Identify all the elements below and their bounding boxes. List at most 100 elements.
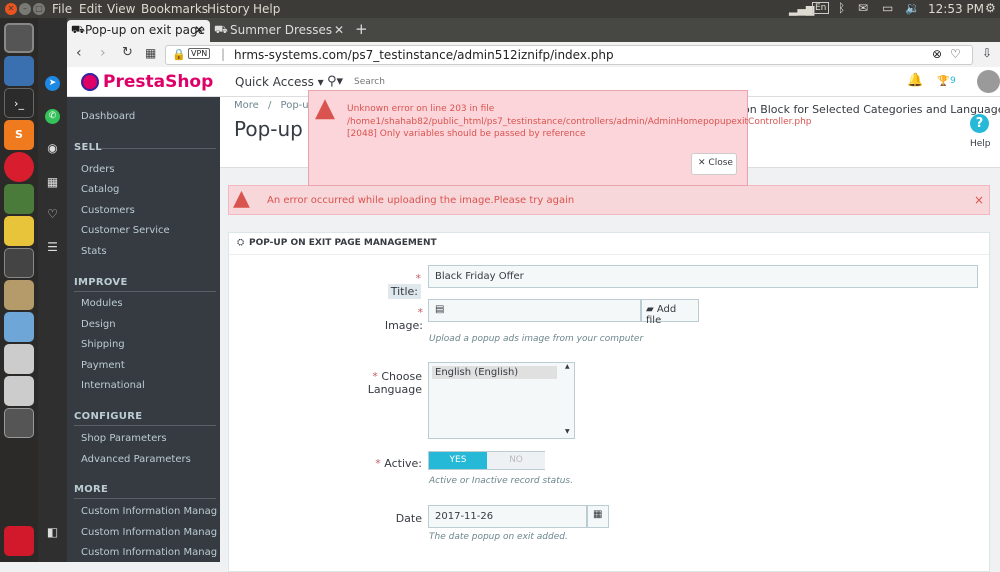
- scroll-down-icon[interactable]: ▼: [565, 428, 570, 435]
- sidebar-item-custom-info-3[interactable]: Custom Information Managem...: [81, 547, 217, 558]
- sublime-icon[interactable]: S: [4, 120, 34, 150]
- camera-icon[interactable]: ◉: [45, 141, 60, 156]
- messenger-icon[interactable]: ➤: [45, 76, 60, 91]
- bookmark-heart-icon[interactable]: ♡: [950, 47, 961, 61]
- sidebar-item-dashboard[interactable]: Dashboard: [81, 111, 217, 122]
- volume-icon[interactable]: 🔉: [905, 1, 920, 15]
- search-input[interactable]: [354, 72, 654, 92]
- calendar-button[interactable]: ▦: [587, 505, 609, 528]
- sidebar-item-modules[interactable]: Modules: [81, 298, 217, 309]
- bell-icon[interactable]: 🔔: [907, 73, 923, 88]
- menu-history[interactable]: History: [207, 2, 250, 16]
- terminal-icon[interactable]: ›_: [4, 88, 34, 118]
- url-field[interactable]: 🔒 VPN | hrms-systems.com/ps7_testinstanc…: [165, 45, 973, 65]
- reload-icon[interactable]: ↻: [122, 45, 133, 60]
- phone-icon[interactable]: [4, 408, 34, 438]
- sidebar-item-catalog[interactable]: Catalog: [81, 184, 217, 195]
- active-yes-option[interactable]: YES: [429, 452, 487, 469]
- menu-edit[interactable]: Edit: [79, 2, 102, 16]
- sidebar-item-advanced-parameters[interactable]: Advanced Parameters: [81, 454, 217, 465]
- heart-icon[interactable]: ♡: [45, 207, 60, 222]
- trophy-icon[interactable]: 🏆: [937, 76, 949, 87]
- sidebar-item-customer-service[interactable]: Customer Service: [81, 225, 217, 236]
- calculator-icon[interactable]: [4, 248, 34, 278]
- sidebar-item-custom-info-2[interactable]: Custom Information Managment: [81, 527, 217, 538]
- menu-help[interactable]: Help: [253, 2, 280, 16]
- language-select[interactable]: English (English) ▲ ▼: [428, 362, 575, 439]
- sidebar-item-design[interactable]: Design: [81, 319, 217, 330]
- tab-popup-exit[interactable]: ⛟ Pop-up on exit page ✕: [67, 20, 210, 42]
- tab-close-icon[interactable]: ✕: [194, 23, 204, 37]
- news-icon[interactable]: ☰: [45, 240, 60, 255]
- alert-close-button[interactable]: ×: [974, 193, 984, 207]
- sidebar-item-customers[interactable]: Customers: [81, 205, 217, 216]
- sidebar-item-shipping[interactable]: Shipping: [81, 339, 217, 350]
- warning-icon: ▲: [233, 186, 250, 211]
- downloads-icon[interactable]: ⇩: [982, 46, 992, 60]
- avatar[interactable]: [977, 70, 1000, 93]
- image-file-field[interactable]: ▤: [428, 299, 641, 322]
- speed-dial-icon[interactable]: ▦: [45, 175, 60, 190]
- search-icon[interactable]: ⚲▾: [327, 74, 343, 89]
- power-icon[interactable]: ⚙: [985, 1, 996, 15]
- help-icon[interactable]: ?: [970, 114, 989, 133]
- window-minimize-button[interactable]: –: [19, 3, 31, 15]
- sidebar-item-shop-parameters[interactable]: Shop Parameters: [81, 433, 217, 444]
- add-file-button[interactable]: ▰ Add file: [641, 299, 699, 326]
- alert-text: An error occurred while uploading the im…: [267, 195, 575, 206]
- sidebar-item-stats[interactable]: Stats: [81, 246, 217, 257]
- dash-icon[interactable]: [4, 23, 34, 53]
- network-icon[interactable]: ▂▄▆: [789, 3, 814, 16]
- scroll-up-icon[interactable]: ▲: [565, 363, 570, 370]
- language-option-english[interactable]: English (English): [432, 366, 557, 379]
- modal-close-button[interactable]: ✕ Close: [691, 153, 737, 175]
- language-indicator[interactable]: En: [812, 2, 830, 14]
- mail-icon[interactable]: ✉: [858, 1, 868, 15]
- close-label: Close: [708, 158, 733, 168]
- sidebar-item-payment[interactable]: Payment: [81, 360, 217, 371]
- divider: [101, 148, 216, 149]
- script2-icon[interactable]: [4, 376, 34, 406]
- sheep-icon[interactable]: [4, 216, 34, 246]
- window-close-button[interactable]: ✕: [5, 3, 17, 15]
- opera-icon[interactable]: [4, 152, 34, 182]
- sidebar-section-more: MORE: [74, 484, 109, 495]
- sidebar-toggle-icon[interactable]: ◧: [45, 525, 60, 540]
- quick-access-button[interactable]: Quick Access ▾: [235, 75, 324, 89]
- tab-close-icon[interactable]: ✕: [334, 23, 344, 37]
- title-label: * Title:: [379, 272, 421, 299]
- files-icon[interactable]: [4, 280, 34, 310]
- adblock-icon[interactable]: ⊗: [932, 47, 942, 61]
- battery-icon[interactable]: ▭: [882, 1, 893, 15]
- system-monitor-icon[interactable]: [4, 184, 34, 214]
- forward-icon[interactable]: ›: [100, 45, 106, 61]
- help-link[interactable]: Help: [970, 139, 991, 149]
- prestashop-logo[interactable]: PrestaShop: [103, 72, 213, 92]
- menu-file[interactable]: File: [52, 2, 72, 16]
- menu-bookmarks[interactable]: Bookmarks: [141, 2, 208, 16]
- whatsapp-icon[interactable]: ✆: [45, 109, 60, 124]
- speed-dial-grid-icon[interactable]: ▦: [145, 46, 156, 60]
- date-help-text: The date popup on exit added.: [429, 532, 568, 542]
- tab-summer-dresses[interactable]: ⛟ Summer Dresses ✕: [212, 20, 352, 42]
- window-maximize-button[interactable]: □: [33, 3, 45, 15]
- active-no-option[interactable]: NO: [487, 452, 545, 469]
- clock[interactable]: 12:53 PM: [928, 2, 984, 16]
- vpn-badge[interactable]: VPN: [188, 48, 211, 59]
- sidebar-item-international[interactable]: International: [81, 380, 217, 391]
- active-switch[interactable]: YES NO: [428, 451, 545, 470]
- virtualbox-icon[interactable]: [4, 312, 34, 342]
- bluetooth-icon[interactable]: ᛒ: [838, 1, 845, 15]
- script-icon[interactable]: [4, 344, 34, 374]
- new-tab-icon[interactable]: +: [355, 20, 368, 38]
- mail-app-icon[interactable]: [4, 56, 34, 86]
- sidebar-item-custom-info-1[interactable]: Custom Information Managment: [81, 506, 217, 517]
- menu-view[interactable]: View: [107, 2, 135, 16]
- sidebar-item-orders[interactable]: Orders: [81, 164, 217, 175]
- trash-icon[interactable]: [4, 526, 34, 556]
- image-label: * Image:: [379, 306, 423, 332]
- breadcrumb-more[interactable]: More: [234, 100, 259, 111]
- date-input[interactable]: 2017-11-26: [428, 505, 587, 528]
- title-input[interactable]: Black Friday Offer: [428, 265, 978, 288]
- back-icon[interactable]: ‹: [76, 45, 82, 61]
